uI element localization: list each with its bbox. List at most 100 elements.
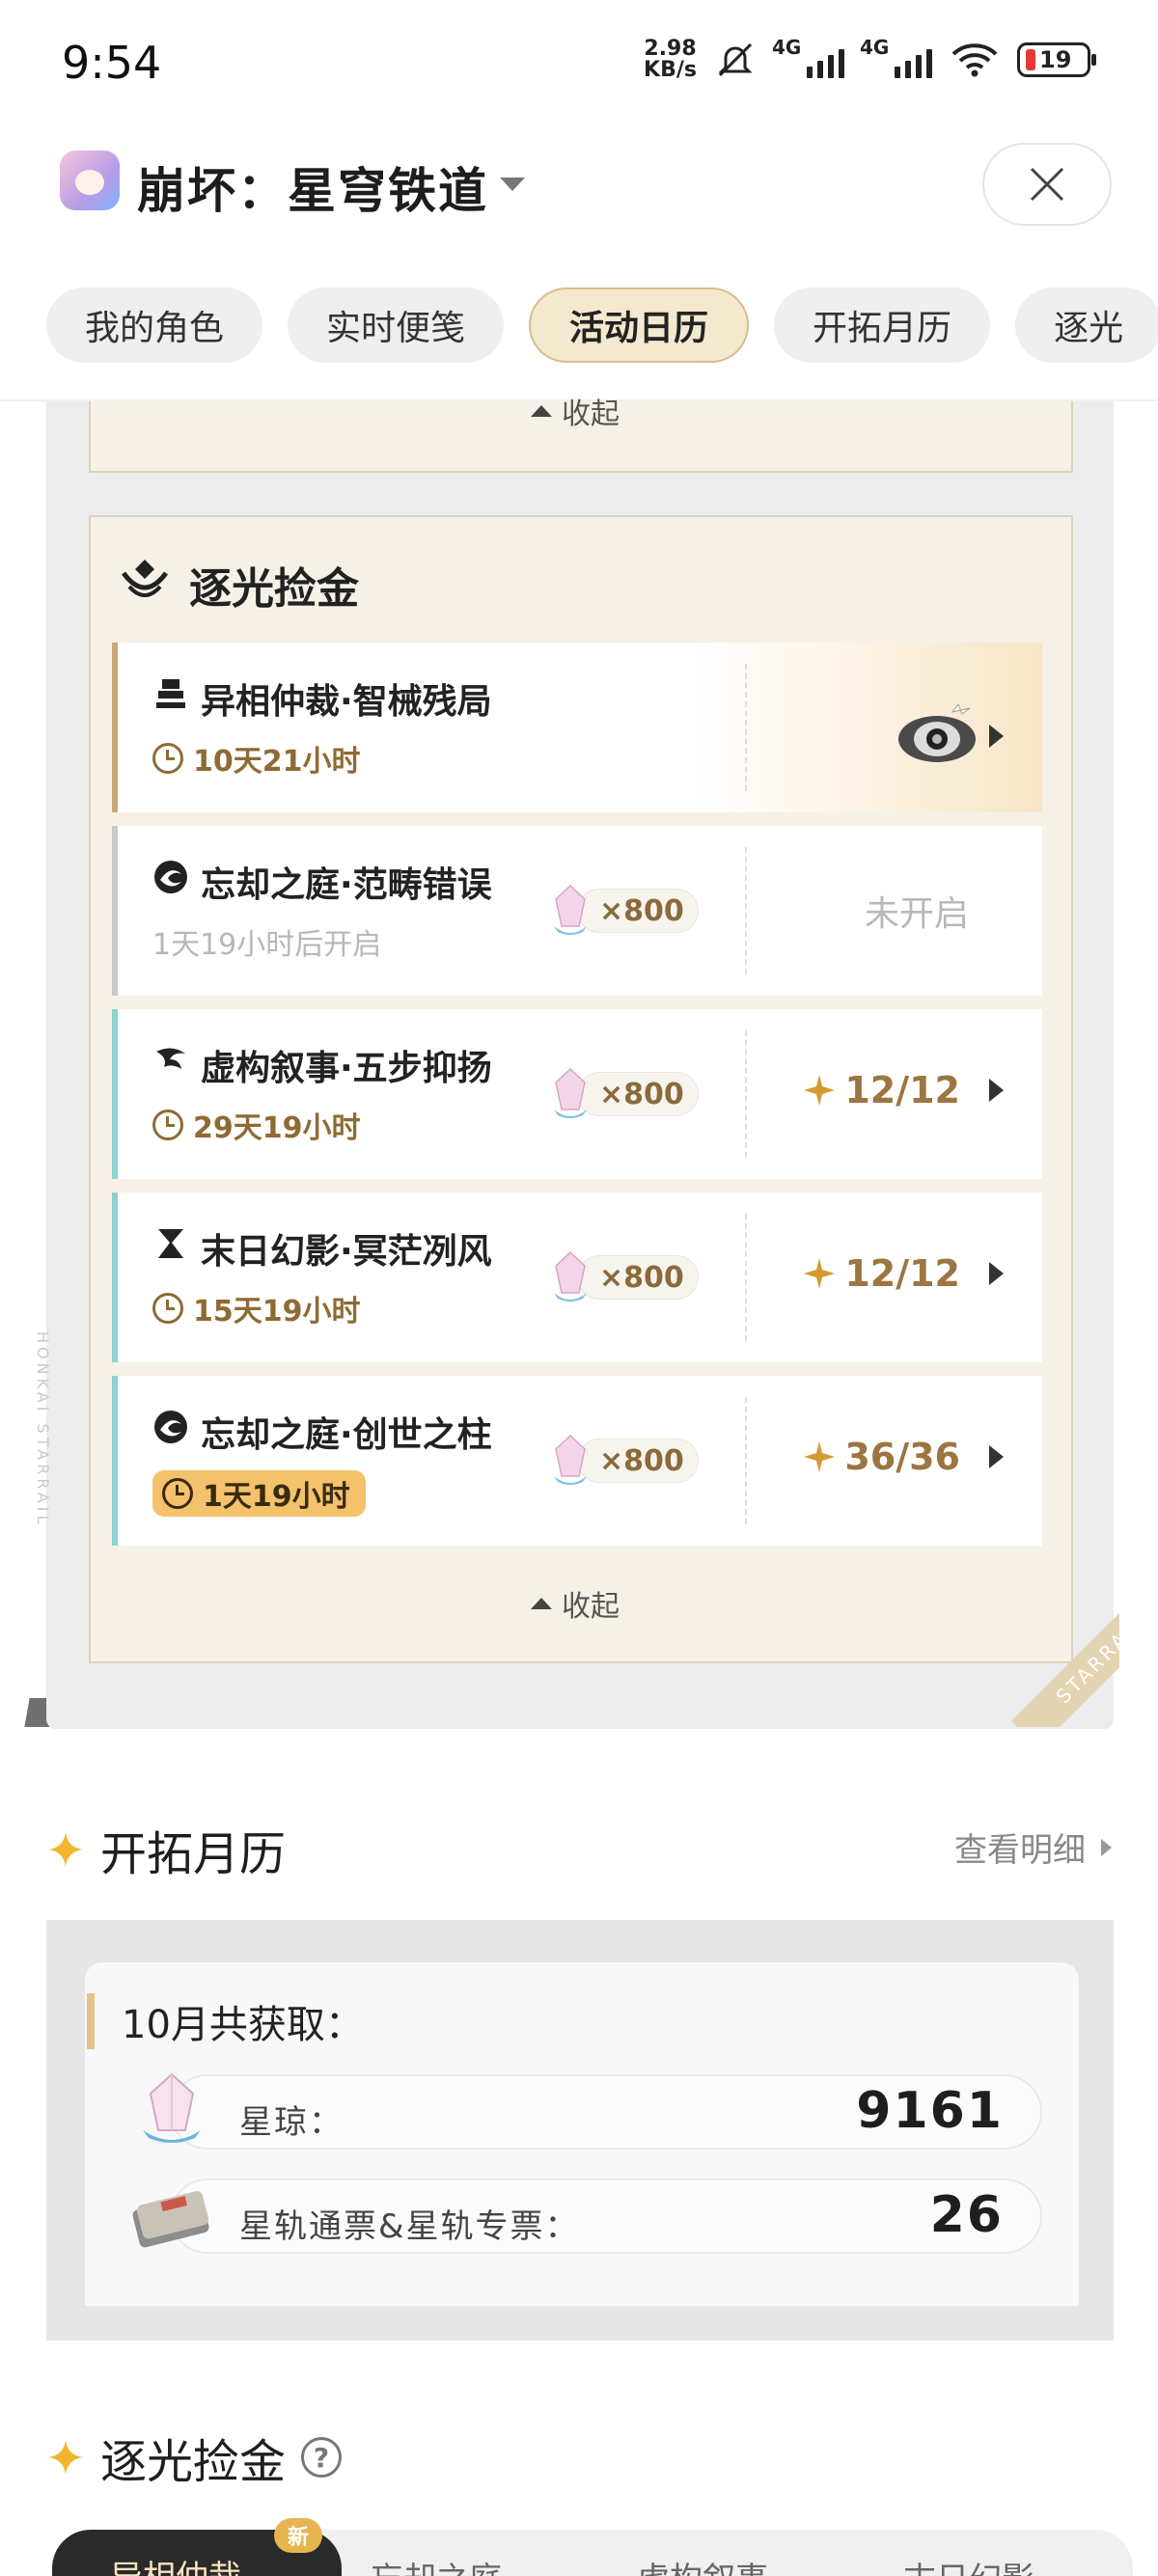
clock-icon <box>162 1478 193 1509</box>
network-speed: 2.98 KB/s <box>644 39 697 81</box>
star-icon <box>804 1441 836 1472</box>
reward: ×800 <box>550 884 699 938</box>
close-icon <box>1030 167 1064 202</box>
activity-time: 29天19小时 <box>152 1104 361 1146</box>
stellar-jade-icon <box>143 2072 201 2143</box>
row-divider <box>745 664 747 791</box>
activity-status-text: 36/36 <box>844 1436 960 1478</box>
activity-status: 12/12 <box>802 1069 1004 1111</box>
app-header: 崩坏：星穹铁道 <box>0 135 1158 232</box>
row-divider <box>745 1397 747 1524</box>
stat-row-stellar-jade: 星琼： 9161 <box>170 2074 1042 2150</box>
tab-realtime-notes[interactable]: 实时便笺 <box>288 288 505 363</box>
gold-chase-section-title: 逐光捡金 <box>100 2435 287 2489</box>
apocalyptic-shadow-icon <box>158 1229 183 1258</box>
clock-icon <box>152 1110 183 1140</box>
collapse-label: 收起 <box>562 1590 620 1624</box>
arrow-right-icon <box>989 725 1004 748</box>
activity-name: 忘却之庭·创世之柱 <box>201 1415 492 1455</box>
arrow-right-icon <box>989 1079 1004 1102</box>
activity-row-forgotten-hall-category[interactable]: 忘却之庭·范畴错误 1天19小时后开启 ×800 未开启 <box>112 826 1042 996</box>
activity-time: 10天21小时 <box>152 737 361 780</box>
signal-1-label: 4G <box>772 36 802 59</box>
tab-pure-fiction[interactable]: 虚构叙事 <box>637 2553 768 2576</box>
star-rail-pass-icon <box>132 2191 209 2248</box>
activity-row-apocalyptic-arbitration[interactable]: 异相仲裁·智械残局 10天21小时 <box>112 643 1042 812</box>
gold-chase-section-header: 逐光捡金 ? <box>46 2424 343 2491</box>
reward-amount: ×800 <box>577 889 699 933</box>
row-divider <box>745 1214 747 1341</box>
arbitration-emblem-icon <box>898 702 976 762</box>
tab-trailblaze-calendar[interactable]: 开拓月历 <box>774 288 991 363</box>
pure-fiction-icon <box>156 1048 185 1069</box>
clock-icon <box>152 743 183 774</box>
forgotten-hall-icon <box>154 861 187 893</box>
clock-time: 9:54 <box>62 37 162 89</box>
battery-icon: 19 <box>1017 42 1096 77</box>
mute-bell-icon <box>718 42 753 77</box>
signal-strength-2-icon: 4G <box>860 36 932 78</box>
collapse-button[interactable]: 收起 <box>531 1582 620 1625</box>
stat-value: 9161 <box>852 2082 1007 2140</box>
page: 9:54 2.98 KB/s 4G 4G 19 崩坏：星穹铁道 我的角色 实时便… <box>0 0 1158 2576</box>
stellar-jade-icon <box>554 1067 587 1118</box>
tab-activity-calendar[interactable]: 活动日历 <box>529 288 750 363</box>
battery-level: 19 <box>1039 46 1072 73</box>
prev-collapse-button[interactable]: 收起 <box>531 390 620 432</box>
tab-gold-chase[interactable]: 逐光 <box>1015 288 1158 363</box>
reward-amount: ×800 <box>577 1255 699 1300</box>
stat-row-star-rail-pass: 星轨通票&星轨专票： 26 <box>170 2179 1042 2254</box>
arrow-right-icon <box>989 1445 1004 1468</box>
side-watermark: HONKAI STARRAIL <box>34 1331 52 1528</box>
arbitration-icon <box>156 679 185 708</box>
activity-time-text: 29天19小时 <box>193 1111 361 1145</box>
activity-name: 虚构叙事·五步抑扬 <box>201 1049 492 1088</box>
status-bar: 9:54 2.98 KB/s 4G 4G 19 <box>0 0 1158 125</box>
activity-name: 异相仲裁·智械残局 <box>201 682 492 722</box>
sparkle-icon <box>48 1832 83 1867</box>
activity-row-forgotten-hall-pillars[interactable]: 忘却之庭·创世之柱 1天19小时 ×800 36/36 <box>112 1376 1042 1546</box>
stat-value-text: 9161 <box>856 2082 1004 2140</box>
monthly-section-title: 开拓月历 <box>100 1827 287 1881</box>
activity-time-badge: 1天19小时 <box>152 1470 366 1517</box>
view-detail-link[interactable]: 查看明细 <box>954 1823 1112 1871</box>
signal-2-label: 4G <box>860 36 890 59</box>
activity-row-apocalyptic-shadow[interactable]: 末日幻影·冥茫冽风 15天19小时 ×800 12/12 <box>112 1192 1042 1362</box>
reward-amount: ×800 <box>577 1072 699 1116</box>
close-button[interactable] <box>982 143 1112 226</box>
activity-status: 12/12 <box>802 1252 1004 1295</box>
game-title[interactable]: 崩坏：星穹铁道 <box>137 152 488 222</box>
chevron-down-icon[interactable] <box>500 178 525 191</box>
network-speed-value: 2.98 <box>644 37 697 61</box>
help-icon[interactable]: ? <box>301 2437 343 2478</box>
tab-forgotten-hall[interactable]: 忘却之庭 <box>371 2553 502 2576</box>
row-divider <box>745 847 747 974</box>
sparkle-icon <box>48 2440 83 2475</box>
stat-label: 星轨通票&星轨专票： <box>239 2207 580 2246</box>
activity-row-pure-fiction[interactable]: 虚构叙事·五步抑扬 29天19小时 ×800 12/12 <box>112 1009 1042 1179</box>
reward: ×800 <box>550 1067 699 1121</box>
reward: ×800 <box>550 1434 699 1488</box>
activity-time: 15天19小时 <box>152 1287 361 1329</box>
activity-status: 未开启 <box>864 894 969 934</box>
new-badge: 新 <box>274 2518 322 2553</box>
tab-apocalyptic-shadow[interactable]: 末日幻影 <box>903 2553 1034 2576</box>
signal-strength-1-icon: 4G <box>772 36 844 78</box>
month-label: 10月共获取： <box>87 1993 364 2049</box>
activity-status-text: 12/12 <box>844 1252 960 1295</box>
stat-label: 星琼： <box>239 2103 344 2142</box>
tab-my-characters[interactable]: 我的角色 <box>46 288 263 363</box>
stat-value: 26 <box>925 2186 1008 2244</box>
corner-ribbon: STARRAIL <box>975 1582 1119 1727</box>
stellar-jade-icon <box>554 884 587 935</box>
gold-chase-title: 逐光捡金 <box>189 564 359 614</box>
activity-name: 末日幻影·冥茫冽风 <box>201 1232 492 1272</box>
stellar-jade-icon <box>554 1250 587 1302</box>
arrow-right-icon <box>1101 1838 1112 1856</box>
activity-time-text: 1天19小时 <box>203 1480 350 1514</box>
prev-collapse-label: 收起 <box>562 397 620 431</box>
gold-chase-emblem-icon <box>121 560 169 597</box>
stat-value-text: 26 <box>929 2186 1004 2244</box>
status-icons: 2.98 KB/s 4G 4G 19 <box>644 36 1096 81</box>
star-icon <box>804 1258 836 1289</box>
